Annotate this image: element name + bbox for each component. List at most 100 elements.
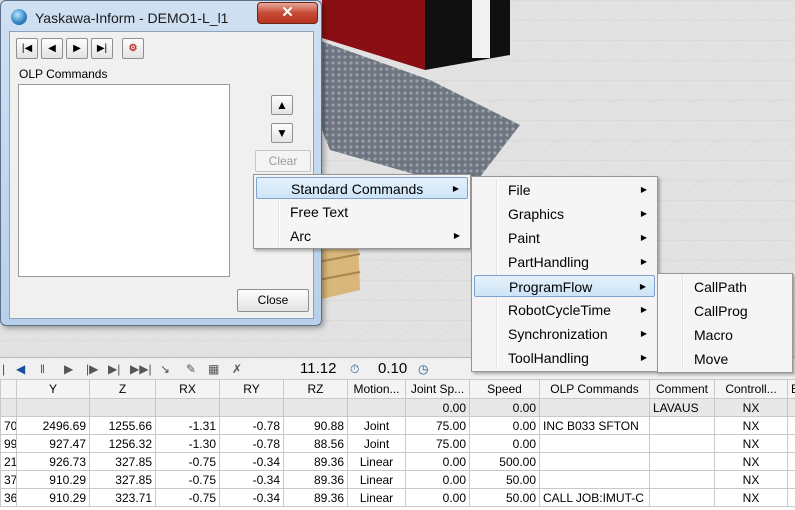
table-cell[interactable]: 90.88 bbox=[283, 416, 348, 435]
table-cell[interactable]: NX bbox=[714, 398, 788, 417]
column-header[interactable]: OLP Commands bbox=[539, 379, 650, 399]
menu-item-parthandling[interactable]: PartHandling ▶ bbox=[474, 251, 655, 273]
table-cell[interactable] bbox=[649, 416, 715, 435]
teach-icon[interactable]: ↘ bbox=[160, 361, 170, 377]
table-row[interactable]: 0.00 0.00 LAVAUS NX bbox=[0, 398, 795, 417]
menu-item-callpath[interactable]: CallPath bbox=[660, 276, 790, 298]
table-cell[interactable] bbox=[539, 398, 650, 417]
column-header[interactable]: RY bbox=[219, 379, 284, 399]
column-header[interactable]: RX bbox=[155, 379, 220, 399]
table-cell[interactable]: 1256.32 bbox=[89, 434, 156, 453]
next-icon[interactable]: ▶| bbox=[108, 361, 120, 377]
table-cell[interactable]: 910.29 bbox=[16, 488, 90, 507]
column-header[interactable] bbox=[0, 379, 17, 399]
menu-item-robotcycletime[interactable]: RobotCycleTime ▶ bbox=[474, 299, 655, 321]
table-cell[interactable] bbox=[649, 452, 715, 471]
column-header[interactable]: Motion... bbox=[347, 379, 406, 399]
menu-item-graphics[interactable]: Graphics ▶ bbox=[474, 203, 655, 225]
table-cell[interactable]: Linear bbox=[347, 452, 406, 471]
play-icon[interactable]: ▶ bbox=[64, 361, 73, 377]
table-cell[interactable]: Joint bbox=[347, 416, 406, 435]
olp-commands-list[interactable] bbox=[18, 84, 230, 277]
pause-icon[interactable]: ‖ bbox=[40, 361, 45, 377]
delete-icon[interactable]: ✗ bbox=[232, 361, 242, 377]
table-cell[interactable] bbox=[649, 488, 715, 507]
table-row[interactable]: 99 927.47 1256.32 -1.30 -0.78 88.56 Join… bbox=[0, 434, 795, 453]
table-cell[interactable]: -0.34 bbox=[219, 470, 284, 489]
table-cell[interactable]: 50.00 bbox=[469, 488, 540, 507]
table-cell[interactable]: 36 bbox=[0, 488, 17, 507]
table-cell[interactable]: -0.75 bbox=[155, 470, 220, 489]
clear-button[interactable]: Clear bbox=[255, 150, 311, 172]
step-back-icon[interactable]: | bbox=[2, 361, 5, 377]
table-cell[interactable] bbox=[787, 398, 795, 417]
step-forward-icon[interactable]: |▶ bbox=[86, 361, 98, 377]
table-cell[interactable]: 75.00 bbox=[405, 434, 470, 453]
table-icon[interactable]: ▦ bbox=[208, 361, 219, 377]
table-cell[interactable] bbox=[787, 434, 795, 453]
move-up-button[interactable]: ▲ bbox=[271, 95, 293, 115]
title-bar[interactable]: Yaskawa-Inform - DEMO1-L_l1 ✕ bbox=[1, 1, 321, 31]
table-cell[interactable] bbox=[539, 452, 650, 471]
table-cell[interactable]: 75.00 bbox=[405, 416, 470, 435]
table-cell[interactable] bbox=[539, 470, 650, 489]
table-row[interactable]: 37 910.29 327.85 -0.75 -0.34 89.36 Linea… bbox=[0, 470, 795, 489]
table-cell[interactable] bbox=[539, 434, 650, 453]
table-cell[interactable]: 89.36 bbox=[283, 452, 348, 471]
table-cell[interactable] bbox=[283, 398, 348, 417]
table-cell[interactable]: 327.85 bbox=[89, 470, 156, 489]
table-cell[interactable] bbox=[787, 416, 795, 435]
table-cell[interactable] bbox=[16, 398, 90, 417]
menu-item-toolhandling[interactable]: ToolHandling ▶ bbox=[474, 347, 655, 369]
prev-step-button[interactable]: ◀ bbox=[41, 38, 63, 59]
table-cell[interactable]: 99 bbox=[0, 434, 17, 453]
table-cell[interactable]: 926.73 bbox=[16, 452, 90, 471]
menu-item-macro[interactable]: Macro bbox=[660, 324, 790, 346]
first-step-button[interactable]: |◀ bbox=[16, 38, 38, 59]
menu-item-paint[interactable]: Paint ▶ bbox=[474, 227, 655, 249]
table-cell[interactable]: 910.29 bbox=[16, 470, 90, 489]
table-cell[interactable]: 70 bbox=[0, 416, 17, 435]
menu-item-free-text[interactable]: Free Text bbox=[256, 201, 468, 223]
table-cell[interactable]: 0.00 bbox=[405, 488, 470, 507]
table-cell[interactable]: -0.34 bbox=[219, 452, 284, 471]
close-button[interactable]: Close bbox=[237, 289, 309, 312]
table-cell[interactable] bbox=[649, 470, 715, 489]
timer-icon[interactable]: ⏱ bbox=[350, 361, 359, 377]
table-cell[interactable]: -0.78 bbox=[219, 434, 284, 453]
table-cell[interactable]: Linear bbox=[347, 488, 406, 507]
table-cell[interactable]: 88.56 bbox=[283, 434, 348, 453]
table-cell[interactable]: NX bbox=[714, 416, 788, 435]
table-cell[interactable]: 0.00 bbox=[405, 470, 470, 489]
menu-item-move[interactable]: Move bbox=[660, 348, 790, 370]
table-cell[interactable]: Linear bbox=[347, 470, 406, 489]
column-header[interactable]: Y bbox=[16, 379, 90, 399]
next-step-button[interactable]: ▶ bbox=[66, 38, 88, 59]
table-cell[interactable] bbox=[787, 488, 795, 507]
table-cell[interactable]: NX bbox=[714, 488, 788, 507]
robot-arm-icon[interactable]: ⚙ bbox=[122, 38, 144, 59]
table-cell[interactable]: 327.85 bbox=[89, 452, 156, 471]
menu-item-synchronization[interactable]: Synchronization ▶ bbox=[474, 323, 655, 345]
table-cell[interactable]: 37 bbox=[0, 470, 17, 489]
end-icon[interactable]: ▶▶| bbox=[130, 361, 152, 377]
column-header[interactable]: RZ bbox=[283, 379, 348, 399]
table-cell[interactable]: 0.00 bbox=[469, 434, 540, 453]
table-cell[interactable] bbox=[219, 398, 284, 417]
table-cell[interactable]: -0.34 bbox=[219, 488, 284, 507]
menu-item-callprog[interactable]: CallProg bbox=[660, 300, 790, 322]
table-cell[interactable]: -1.31 bbox=[155, 416, 220, 435]
column-header[interactable]: Comment bbox=[649, 379, 715, 399]
table-cell[interactable]: 0.00 bbox=[469, 398, 540, 417]
edit-icon[interactable]: ✎ bbox=[186, 361, 196, 377]
table-cell[interactable] bbox=[347, 398, 406, 417]
table-cell[interactable]: 89.36 bbox=[283, 470, 348, 489]
table-cell[interactable]: LAVAUS bbox=[649, 398, 715, 417]
table-cell[interactable]: 500.00 bbox=[469, 452, 540, 471]
play-backward-icon[interactable]: ◀ bbox=[16, 361, 25, 377]
column-header[interactable]: Z bbox=[89, 379, 156, 399]
table-cell[interactable] bbox=[787, 452, 795, 471]
table-cell[interactable]: 21 bbox=[0, 452, 17, 471]
table-cell[interactable]: 1255.66 bbox=[89, 416, 156, 435]
table-cell[interactable]: -1.30 bbox=[155, 434, 220, 453]
